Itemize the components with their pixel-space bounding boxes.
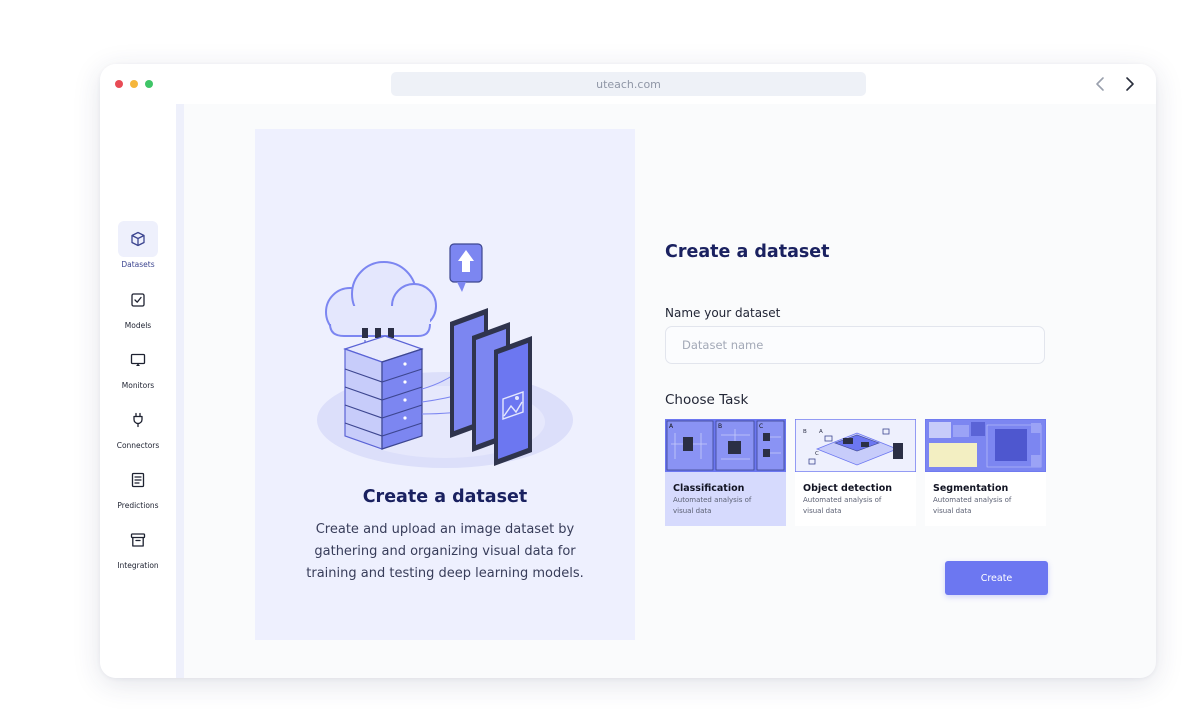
window-close-dot[interactable]: [115, 80, 123, 88]
task-card-object-detection[interactable]: B A C Object detection Automated analysi…: [795, 419, 916, 526]
task-name: Classification: [673, 483, 745, 494]
monitor-icon: [130, 353, 146, 366]
forward-arrow-icon[interactable]: [1121, 76, 1137, 92]
window-maximize-dot[interactable]: [145, 80, 153, 88]
hero-panel: Create a dataset Create and upload an im…: [255, 129, 635, 640]
sidebar-item-models[interactable]: Models: [110, 282, 166, 336]
task-description: Automated analysis of visual data: [933, 496, 1012, 515]
class-tag: B: [718, 423, 722, 430]
sidebar-item-label: Monitors: [121, 381, 155, 390]
back-arrow-icon[interactable]: [1093, 76, 1109, 92]
choose-task-label: Choose Task: [665, 392, 749, 408]
checkbox-icon: [131, 293, 145, 307]
create-button[interactable]: Create: [945, 561, 1048, 595]
segmentation-thumbnail: [925, 419, 1046, 472]
window-minimize-dot[interactable]: [130, 80, 138, 88]
hero-title: Create a dataset: [362, 487, 528, 507]
task-card-segmentation[interactable]: Segmentation Automated analysis of visua…: [925, 419, 1046, 526]
browser-window: uteach.com Datasets Models Monitors Conn…: [100, 64, 1156, 678]
dataset-name-input[interactable]: [665, 326, 1045, 364]
dataset-name-label: Name your dataset: [665, 306, 781, 320]
detection-tag: B: [803, 429, 807, 435]
cube-icon: [131, 231, 145, 247]
plug-icon: [133, 412, 143, 428]
task-description: Automated analysis of visual data: [803, 496, 882, 515]
sidebar: Datasets Models Monitors Connectors Pred…: [100, 104, 176, 678]
document-icon: [131, 472, 145, 488]
classification-thumbnail: A B C: [665, 419, 786, 472]
sidebar-divider: [176, 104, 184, 678]
task-description: Automated analysis of visual data: [673, 496, 752, 515]
class-tag: C: [759, 423, 763, 430]
form-title: Create a dataset: [665, 242, 830, 262]
object-detection-thumbnail: B A C: [795, 419, 916, 472]
task-name: Object detection: [803, 483, 893, 494]
sidebar-item-monitors[interactable]: Monitors: [110, 342, 166, 396]
sidebar-item-label: Models: [124, 321, 152, 330]
sidebar-item-datasets[interactable]: Datasets: [110, 221, 166, 275]
sidebar-item-connectors[interactable]: Connectors: [110, 402, 166, 456]
browser-titlebar: uteach.com: [100, 64, 1156, 104]
cloud-server-illustration: [317, 243, 573, 468]
sidebar-item-integration[interactable]: Integration: [110, 522, 166, 576]
sidebar-item-label: Integration: [117, 561, 159, 570]
task-name: Segmentation: [933, 483, 1009, 494]
url-bar[interactable]: uteach.com: [391, 72, 866, 96]
detection-tag: C: [815, 451, 819, 457]
archive-icon: [130, 533, 146, 547]
task-card-classification[interactable]: A B C Classification Automated analysis …: [665, 419, 786, 526]
sidebar-item-predictions[interactable]: Predictions: [110, 462, 166, 516]
sidebar-item-label: Datasets: [121, 260, 155, 269]
sidebar-item-label: Connectors: [116, 441, 160, 450]
detection-tag: A: [819, 429, 823, 435]
hero-description: Create and upload an image dataset by ga…: [306, 522, 584, 581]
sidebar-item-label: Predictions: [117, 501, 159, 510]
